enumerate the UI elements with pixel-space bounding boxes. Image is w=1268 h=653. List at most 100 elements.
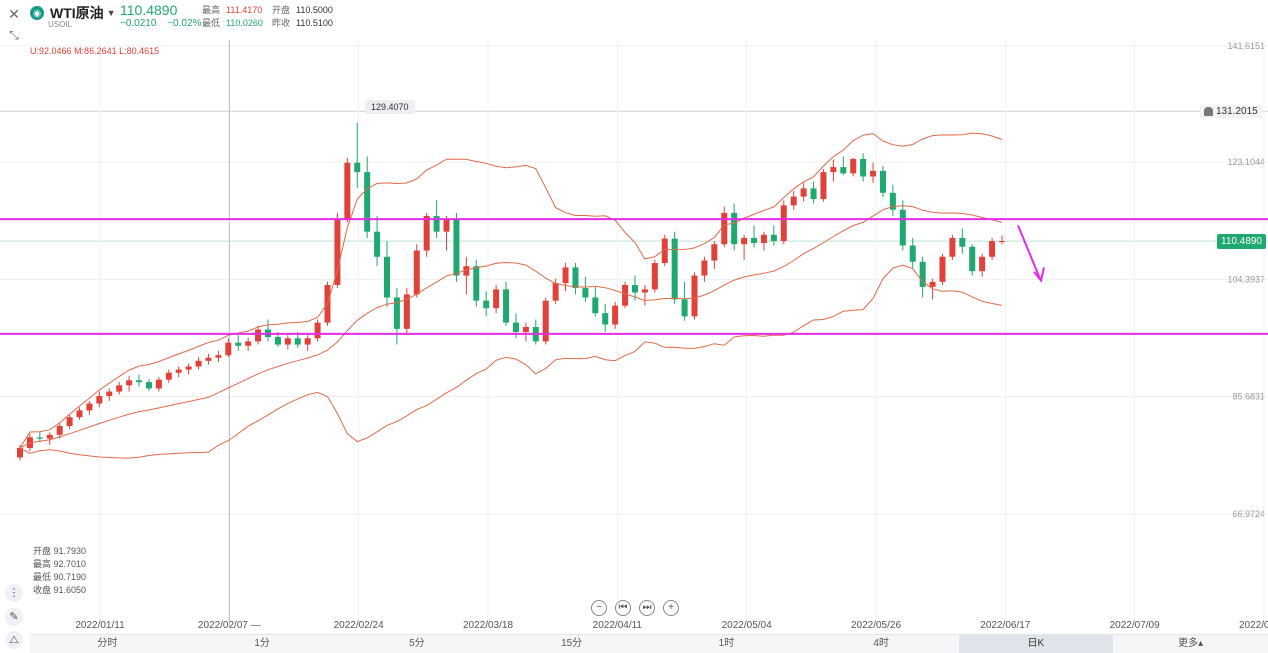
candle-body [899,209,906,246]
timeframe-tab[interactable]: 4时 [804,635,959,653]
candle-body [949,237,956,257]
x-tick-label: 2022/07/09 [1110,620,1160,631]
candle-body [622,284,629,306]
candle-body [245,341,252,346]
peak-label: 129.4070 [365,100,415,114]
x-tick-label: 2022/06/17 [980,620,1030,631]
candle-body [751,237,758,243]
candle-body [106,391,113,396]
candle-body [473,266,480,301]
candle-body [175,369,182,373]
boll-middle-band [19,205,1003,449]
x-tick-label: 2022/04/11 [593,620,643,631]
ruler-icon[interactable]: ⧍ [5,631,23,649]
low-value: 110.0260 [226,18,263,28]
candle-body [165,372,172,380]
boll-upper: U:92.0466 [30,46,72,56]
candle-body [552,283,559,301]
crosshair-close: 收盘 91.6050 [33,585,87,595]
low-label: 最低 [202,18,221,28]
bell-icon [1204,107,1213,116]
candle-body [979,256,986,272]
candle-body [602,313,609,325]
boll-lower: L:80.4615 [119,46,160,56]
crosshair-high: 最高 92.7010 [33,559,87,569]
candle-body [711,244,718,261]
candle-body [741,237,748,245]
candle-body [195,360,202,367]
indicator-icon[interactable]: ⋮ [5,584,23,602]
collapse-icon[interactable]: ⤡ [4,25,24,45]
candle-body [830,167,837,173]
candle-body [860,158,867,177]
timeframe-tab[interactable]: 分时 [30,635,185,653]
skip-back-icon[interactable]: ⏮ [615,600,631,616]
open-label: 开盘 [272,5,291,15]
timeframe-bar: 分时 1分 5分 15分 1时 4时 日K 更多▴ [30,634,1268,653]
timeframe-tab[interactable]: 15分 [494,635,649,653]
timeframe-tab[interactable]: 更多▴ [1113,635,1268,653]
zoom-out-icon[interactable]: − [591,600,607,616]
candle-body [780,205,787,242]
candle-body [443,219,450,232]
candle-body [939,256,946,282]
close-icon[interactable]: ✕ [4,4,24,24]
candle-body [314,322,321,339]
y-tick-label: 66.9724 [1232,509,1265,519]
candle-body [612,305,619,325]
candle-body [274,337,281,345]
candle-body [562,267,569,284]
timeframe-tab[interactable]: 日K [958,635,1114,653]
draw-pen-icon[interactable]: ✎ [5,608,23,626]
price-change: −0.0210 −0.02% [120,18,209,29]
candle-body [800,188,807,197]
candle-body [503,289,510,323]
oil-logo-icon: ◉ [30,6,44,20]
current-price-badge: 110.4890 [1217,234,1266,249]
candle-body [572,267,579,289]
candle-body [522,326,529,333]
candle-body [344,162,351,220]
candle-body [631,284,638,293]
boll-lower-band [19,264,1003,459]
candle-body [810,188,817,200]
candle-body [909,245,916,262]
candle-body [384,256,391,298]
candle-body [235,342,242,346]
candle-body [66,417,73,427]
candle-body [760,234,767,243]
timeframe-tab[interactable]: 1时 [649,635,804,653]
candle-body [145,382,152,389]
candle-body [691,275,698,317]
timeframe-tab[interactable]: 5分 [340,635,495,653]
skip-forward-icon[interactable]: ⏭ [639,600,655,616]
candle-body [999,241,1005,243]
candle-body [879,170,886,193]
crosshair-ohlc: 开盘 91.7930 最高 92.7010 最低 90.7190 收盘 91.6… [33,545,86,597]
timeframe-tab[interactable]: 1分 [185,635,340,653]
candle-body [136,380,143,383]
x-tick-label: 2022/01/11 [75,620,125,631]
symbol-selector[interactable]: ◉ WTI原油 ▼ [30,3,116,23]
candle-body [512,322,519,333]
candle-body [850,158,857,174]
price-chart[interactable]: 141.6151123.1044104.393785.683166.972420… [0,0,1268,652]
boll-indicator: U:92.0466 M:86.2641 L:80.4615 [30,46,159,56]
candle-body [284,338,291,345]
zoom-in-icon[interactable]: + [663,600,679,616]
chart-app: 141.6151 123.1044 104.3937 85.6831 66.9724 20… [0,0,1268,653]
candle-body [453,219,460,276]
candle-body [364,172,371,232]
candle-body [582,288,589,298]
alert-price-tag[interactable]: 131.2015 [1200,105,1262,118]
crosshair-low: 最低 90.7190 [33,572,87,582]
candle-body [185,366,192,370]
y-tick-label: 85.6831 [1232,392,1265,402]
candle-body [671,238,678,300]
x-tick-label: 2022/03/18 [463,620,513,631]
candle-body [96,395,103,404]
candle-body [56,426,63,435]
candle-body [770,234,777,242]
x-tick-label: 2022/02/24 [334,620,384,631]
candle-body [989,241,996,257]
